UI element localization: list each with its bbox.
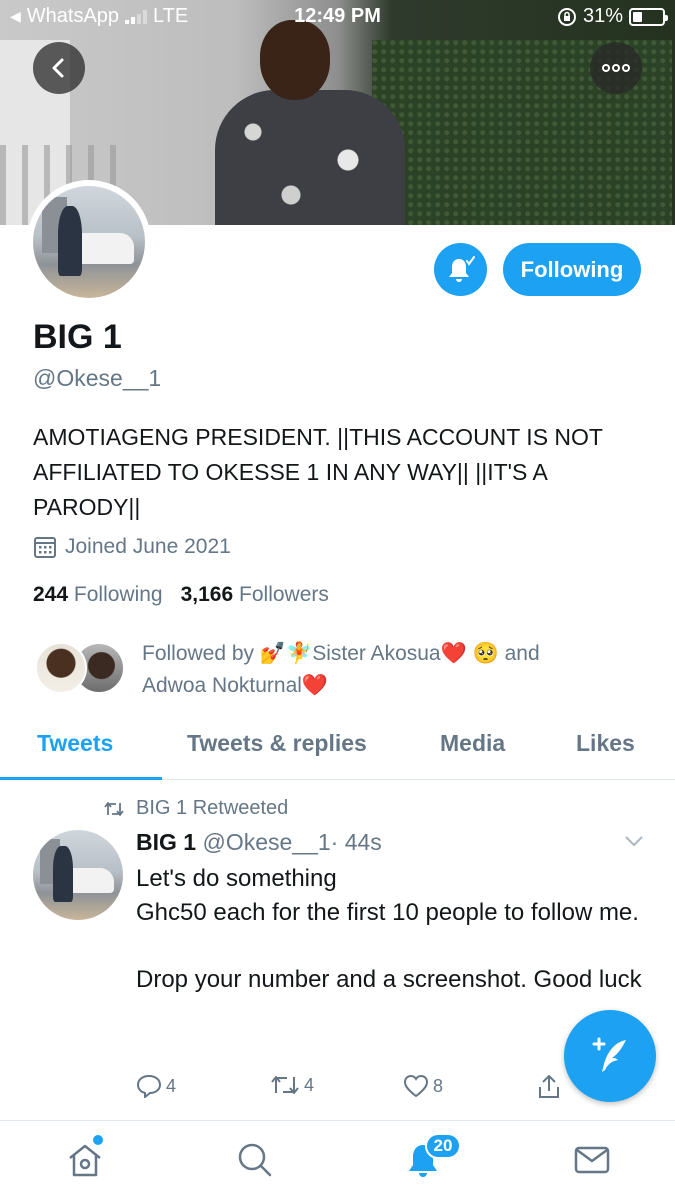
avatar-image [33,186,145,298]
tweet-time: · 44s [330,829,382,855]
mail-icon [574,1146,610,1174]
tweet-text: Let's do something Ghc50 each for the fi… [136,865,642,993]
profile-bio: AMOTIAGENG PRESIDENT. ||THIS ACCOUNT IS … [33,424,603,520]
home-icon [69,1144,101,1177]
nav-search[interactable] [236,1141,274,1184]
rotation-lock-icon [557,7,576,26]
nav-messages[interactable] [573,1141,611,1184]
retweet-icon [104,801,124,816]
nav-home[interactable] [66,1141,104,1184]
back-button[interactable] [33,42,85,94]
heart-icon: ❤️ [301,674,329,697]
tab-tweets-replies[interactable]: Tweets & replies [187,730,367,757]
chevron-left-icon [52,58,64,78]
retweet-icon [271,1076,299,1094]
heart-icon: ❤️ [440,642,467,665]
status-bar-right: 31% [557,5,668,28]
reply-button[interactable]: 4 [136,1074,176,1098]
heart-outline-icon [403,1074,429,1098]
battery-percent: 31% [582,5,623,27]
compose-tweet-button[interactable] [564,1010,656,1102]
home-new-dot [93,1135,103,1145]
chevron-down-icon [625,836,643,847]
tweet-menu-button[interactable] [624,834,644,853]
following-button[interactable]: Following [503,243,641,296]
calendar-icon [34,537,56,558]
compose-feather-icon [592,1037,626,1072]
share-icon [539,1075,559,1098]
profile-avatar[interactable] [27,180,151,304]
joined-date: Joined June 2021 [33,535,231,559]
battery-icon [629,7,668,26]
tweet-author-name[interactable]: BIG 1 [136,829,196,855]
followed-by-text: Followed by 💅🧚Sister Akosua❤️ 🥺 and Adwo… [142,642,540,697]
profile-handle: @Okese__1 [33,365,162,391]
banner-person-jacket [215,90,405,225]
active-tab-indicator [0,777,162,780]
tweet-author-handle[interactable]: @Okese__1 [202,829,330,855]
followed-by-user: 💅🧚Sister Akosua [259,642,441,665]
bell-check-icon [448,255,475,282]
share-button[interactable] [537,1074,561,1100]
retweet-button[interactable]: 4 [270,1074,314,1096]
follower-avatar [35,642,87,694]
joined-label: Joined June 2021 [65,535,231,558]
notifications-badge: 20 [425,1133,461,1159]
tab-media[interactable]: Media [440,730,505,757]
profile-tabs: Tweets Tweets & replies Media Likes [0,718,675,780]
followers-stat[interactable]: 3,166 Followers [181,583,329,607]
tweet-author-avatar[interactable] [33,830,123,920]
followed-by-user: Adwoa Nokturnal [142,674,302,697]
follow-stats: 244 Following 3,166 Followers [33,583,329,607]
status-bar: ◀ WhatsApp LTE 12:49 PM 31% [0,0,675,34]
notifications-toggle-button[interactable] [434,243,487,296]
more-options-button[interactable] [590,42,642,94]
bottom-nav [0,1120,675,1200]
tweet-header: BIG 1 @Okese__1· 44s [136,829,382,856]
reply-icon [136,1074,162,1098]
like-button[interactable]: 8 [403,1074,443,1098]
banner-person [205,20,415,225]
tweet-actions: 4 4 8 [136,1074,576,1104]
tab-likes[interactable]: Likes [576,730,635,757]
profile-name: BIG 1 [33,318,122,356]
search-icon [238,1143,272,1177]
retweet-indicator: BIG 1 Retweeted [104,797,288,820]
following-stat[interactable]: 244 Following [33,583,163,607]
more-horizontal-icon [602,64,630,72]
tab-tweets[interactable]: Tweets [37,730,113,757]
